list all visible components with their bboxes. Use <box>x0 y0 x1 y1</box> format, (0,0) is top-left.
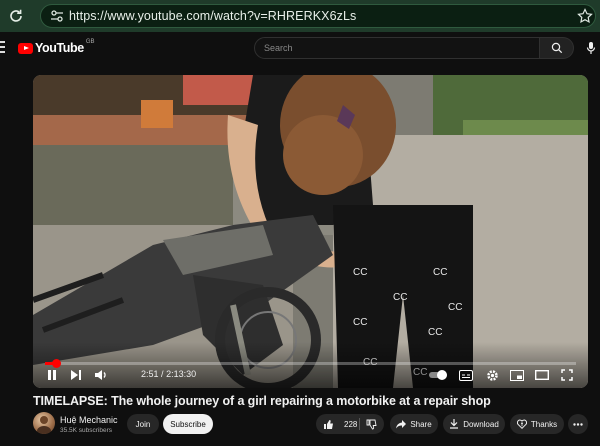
thanks-icon <box>516 419 527 429</box>
search-icon <box>551 42 562 54</box>
subscriber-count: 35.5K subscribers <box>60 427 113 434</box>
thumbs-up-icon <box>324 419 333 429</box>
channel-avatar[interactable] <box>33 412 55 434</box>
svg-text:CC: CC <box>428 327 442 338</box>
youtube-logo[interactable]: YouTube GB <box>18 39 95 55</box>
thanks-label: Thanks <box>530 419 558 429</box>
search-bar: Search <box>254 37 574 59</box>
thumbs-down-icon <box>366 419 377 429</box>
volume-icon[interactable] <box>93 367 109 383</box>
autoplay-toggle[interactable] <box>429 367 447 383</box>
channel-name[interactable]: Huệ Mechanic <box>60 415 118 425</box>
thanks-button[interactable]: Thanks <box>510 414 564 434</box>
like-button[interactable]: 228 <box>323 414 357 434</box>
pause-icon[interactable] <box>45 367 59 383</box>
share-button[interactable]: Share <box>390 414 438 434</box>
video-title: TIMELAPSE: The whole journey of a girl r… <box>33 394 491 408</box>
download-icon <box>449 419 459 429</box>
share-icon <box>396 419 407 429</box>
miniplayer-icon[interactable] <box>509 367 525 383</box>
svg-text:CC: CC <box>448 302 462 313</box>
url-text: https://www.youtube.com/watch?v=RHRERKX6… <box>69 9 357 23</box>
dislike-button[interactable] <box>366 414 377 434</box>
search-input[interactable]: Search <box>254 37 540 59</box>
search-placeholder: Search <box>264 43 293 53</box>
current-time: 2:51 <box>141 369 159 379</box>
time-display: 2:51 / 2:13:30 <box>141 369 196 379</box>
join-label: Join <box>135 419 151 429</box>
reload-icon[interactable] <box>0 0 32 32</box>
settings-gear-icon[interactable] <box>484 367 500 383</box>
subscribe-button[interactable]: Subscribe <box>163 414 213 434</box>
more-actions-button[interactable] <box>568 414 588 434</box>
subscribe-label: Subscribe <box>170 419 206 429</box>
join-button[interactable]: Join <box>127 414 159 434</box>
site-info-icon[interactable] <box>45 5 69 27</box>
time-separator: / <box>161 369 164 379</box>
search-button[interactable] <box>540 37 574 59</box>
download-button[interactable]: Download <box>443 414 505 434</box>
total-duration: 2:13:30 <box>166 369 197 379</box>
share-label: Share <box>410 419 432 429</box>
svg-text:CC: CC <box>393 292 407 303</box>
like-separator <box>359 418 360 430</box>
fullscreen-icon[interactable] <box>559 367 575 383</box>
bookmark-star-icon[interactable] <box>577 8 593 24</box>
region-code: GB <box>85 39 95 45</box>
logo-text: YouTube <box>35 41 84 55</box>
svg-text:CC: CC <box>353 317 367 328</box>
svg-text:CC: CC <box>353 267 367 278</box>
more-icon <box>573 422 583 426</box>
theater-mode-icon[interactable] <box>534 367 550 383</box>
like-count: 228 <box>344 419 358 429</box>
progress-bar[interactable] <box>45 359 576 368</box>
menu-icon[interactable] <box>0 41 6 55</box>
controls-gradient <box>33 342 588 388</box>
video-player[interactable]: CCCCCC CCCCCC CCCC 2:51 / 2:13:30 <box>33 75 588 388</box>
download-label: Download <box>463 419 499 429</box>
address-bar[interactable]: https://www.youtube.com/watch?v=RHRERKX6… <box>40 4 596 28</box>
microphone-icon[interactable] <box>584 40 598 56</box>
browser-toolbar: https://www.youtube.com/watch?v=RHRERKX6… <box>0 0 600 32</box>
subtitles-icon[interactable] <box>458 367 474 383</box>
svg-text:CC: CC <box>433 267 447 278</box>
next-video-icon[interactable] <box>69 367 83 383</box>
youtube-play-icon <box>18 42 33 54</box>
like-dislike-group: 228 <box>316 414 384 434</box>
